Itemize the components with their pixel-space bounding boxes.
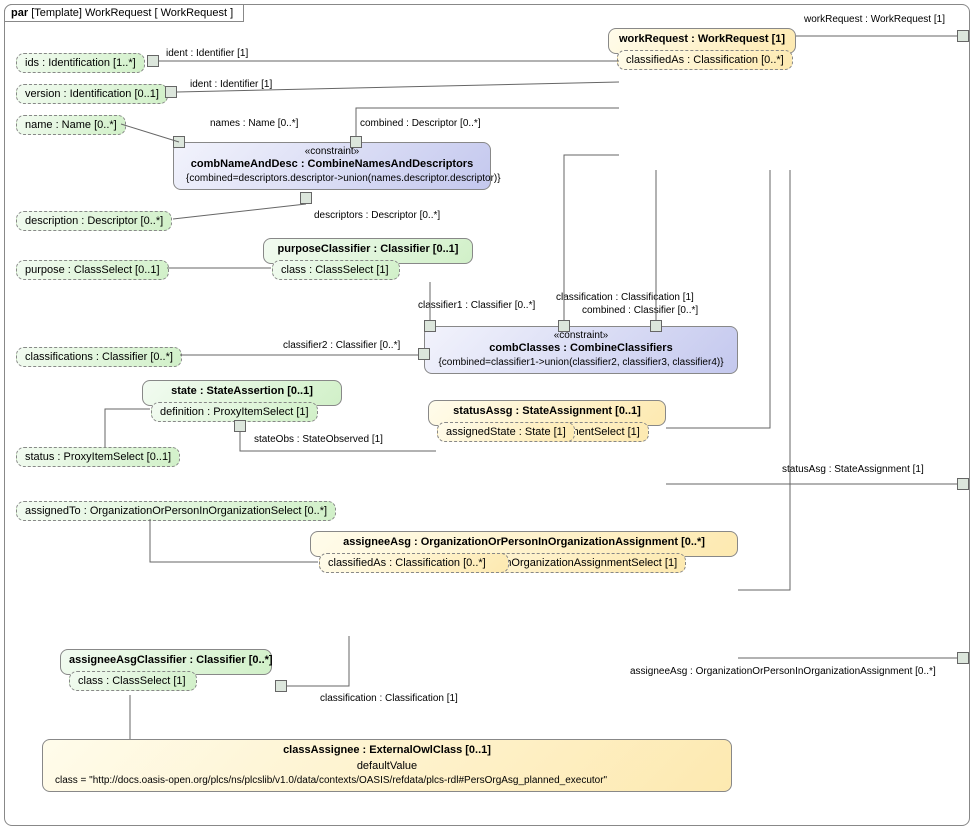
frame-context: [ WorkRequest ] [155, 7, 234, 19]
port-ids [147, 55, 159, 67]
classassignee-default: class = "http://docs.oasis-open.org/plcs… [51, 775, 723, 788]
frame-header: par [Template] WorkRequest [ WorkRequest… [4, 4, 244, 22]
status-block: status : ProxyItemSelect [0..1] [16, 447, 180, 467]
assigneeasg-block: assigneeAsg : OrganizationOrPersonInOrga… [310, 531, 738, 557]
description-block: description : Descriptor [0..*] [16, 211, 172, 231]
frame-kind: par [11, 7, 28, 19]
port-assigneeclassifier [275, 680, 287, 692]
diagram-canvas: par [Template] WorkRequest [ WorkRequest… [0, 0, 974, 830]
label-ext-workrequest: workRequest : WorkRequest [1] [804, 14, 945, 25]
classassignee-block: classAssignee : ExternalOwlClass [0..1] … [42, 739, 732, 792]
port-cc-classifier2 [418, 348, 430, 360]
flowport-assigneeasg [957, 652, 969, 664]
frame-name: WorkRequest [85, 7, 151, 19]
version-block: version : Identification [0..1] [16, 84, 168, 104]
combclasses-stereo: «constraint» [433, 330, 729, 341]
assigneeclassifier-block: assigneeAsgClassifier : Classifier [0..*… [60, 649, 272, 675]
workrequest-title: workRequest : WorkRequest [1] [617, 32, 787, 48]
label-ext-statusasg: statusAsg : StateAssignment [1] [782, 464, 924, 475]
flowport-statusasg [957, 478, 969, 490]
frame-label-kind: [Template] [31, 7, 82, 19]
workrequest-classifiedas: classifiedAs : Classification [0..*] [617, 50, 793, 70]
purposeclassifier-class: class : ClassSelect [1] [272, 260, 400, 280]
combclasses-constraint: {combined=classifier1->union(classifier2… [433, 357, 729, 370]
label-ident1: ident : Identifier [1] [166, 48, 248, 59]
purposeclassifier-title: purposeClassifier : Classifier [0..1] [272, 242, 464, 258]
classassignee-title: classAssignee : ExternalOwlClass [0..1] [51, 743, 723, 759]
combnamedesc-constraint: {combined=descriptors.descriptor->union(… [182, 173, 482, 186]
assigneeasg-classifiedas: classifiedAs : Classification [0..*] [319, 553, 509, 573]
label-classification-ac: classification : Classification [1] [320, 693, 458, 704]
label-ident2: ident : Identifier [1] [190, 79, 272, 90]
label-descriptors: descriptors : Descriptor [0..*] [314, 210, 440, 221]
classassignee-defaultlabel: defaultValue [51, 759, 723, 775]
combnamedesc-title: combNameAndDesc : CombineNamesAndDescrip… [182, 157, 482, 173]
combclasses-block: «constraint» combClasses : CombineClassi… [424, 326, 738, 374]
port-cnd-names [173, 136, 185, 148]
ids-block: ids : Identification [1..*] [16, 53, 145, 73]
assignedto-select-block: assignedTo : OrganizationOrPersonInOrgan… [16, 501, 336, 521]
statusassg-block: statusAssg : StateAssignment [0..1] assi… [428, 400, 666, 426]
purposeclassifier-block: purposeClassifier : Classifier [0..1] cl… [263, 238, 473, 264]
classifications-block: classifications : Classifier [0..*] [16, 347, 182, 367]
combnamedesc-stereo: «constraint» [182, 146, 482, 157]
state-block: state : StateAssertion [0..1] definition… [142, 380, 342, 406]
port-version [165, 86, 177, 98]
statusassg-title: statusAssg : StateAssignment [0..1] [437, 404, 657, 420]
port-cnd-descriptors [300, 192, 312, 204]
port-cc-combined [650, 320, 662, 332]
assigneeasg-title: assigneeAsg : OrganizationOrPersonInOrga… [319, 535, 729, 551]
label-stateobs: stateObs : StateObserved [1] [254, 434, 383, 445]
label-classifier1: classifier1 : Classifier [0..*] [418, 300, 535, 311]
label-combined: combined : Descriptor [0..*] [360, 118, 481, 129]
name-block: name : Name [0..*] [16, 115, 126, 135]
statusassg-assignedstate: assignedState : State [1] [437, 422, 575, 442]
purpose-block: purpose : ClassSelect [0..1] [16, 260, 169, 280]
state-definition: definition : ProxyItemSelect [1] [151, 402, 318, 422]
combnamedesc-block: «constraint» combNameAndDesc : CombineNa… [173, 142, 491, 190]
label-combinedcls: combined : Classifier [0..*] [582, 305, 698, 316]
port-cnd-combined [350, 136, 362, 148]
combclasses-title: combClasses : CombineClassifiers [433, 341, 729, 357]
flowport-workrequest [957, 30, 969, 42]
port-cc-classification [558, 320, 570, 332]
workrequest-block: workRequest : WorkRequest [1] id : Ident… [608, 28, 796, 54]
state-title: state : StateAssertion [0..1] [151, 384, 333, 400]
label-names: names : Name [0..*] [210, 118, 298, 129]
label-ext-assigneeasg: assigneeAsg : OrganizationOrPersonInOrga… [630, 666, 936, 677]
label-classifier2: classifier2 : Classifier [0..*] [283, 340, 400, 351]
assigneeclassifier-title: assigneeAsgClassifier : Classifier [0..*… [69, 653, 263, 669]
assigneeclassifier-class: class : ClassSelect [1] [69, 671, 197, 691]
port-state-obs [234, 420, 246, 432]
port-cc-classifier1 [424, 320, 436, 332]
label-classification: classification : Classification [1] [556, 292, 694, 303]
